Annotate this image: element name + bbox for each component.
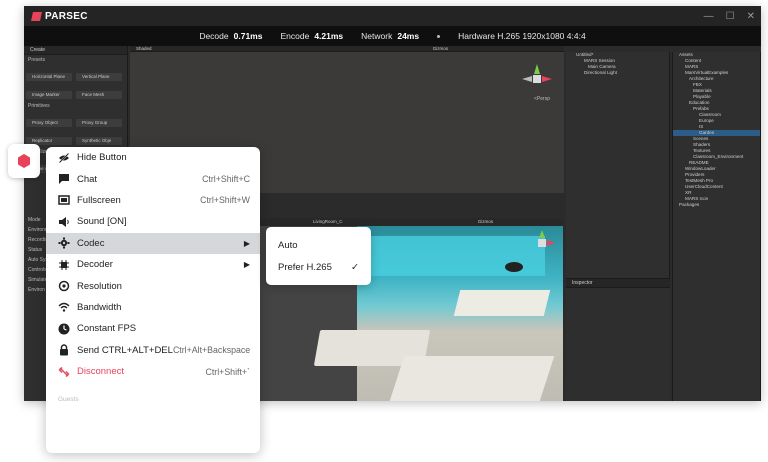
inspector-tab[interactable]: Inspector: [566, 279, 670, 288]
parsec-logo-icon: [31, 11, 42, 21]
tool-button[interactable]: Proxy Group: [76, 119, 122, 127]
submenu-arrow-icon: ▶: [243, 238, 250, 248]
menu-item-label: Codec: [77, 237, 105, 249]
parsec-logo: PARSEC: [31, 10, 88, 22]
tool-button[interactable]: Proxy Object: [26, 119, 72, 127]
project-item[interactable]: Packages: [673, 202, 760, 208]
decode-label: Decode: [199, 31, 229, 41]
menu-item-shortcut: Ctrl+Shift+`: [205, 366, 251, 377]
menu-item-shortcut: Ctrl+Shift+W: [200, 195, 250, 206]
hierarchy-item[interactable]: Directional Light: [566, 70, 669, 76]
decode-stat: Decode 0.71ms: [199, 31, 262, 41]
decode-value: 0.71ms: [233, 31, 263, 41]
menu-item-hide-button[interactable]: Hide Button: [46, 147, 260, 168]
create-tab[interactable]: Create: [24, 46, 127, 55]
decoder-icon: [58, 259, 70, 271]
codec-option-label: Prefer H.265: [278, 261, 332, 273]
orientation-gizmo-game[interactable]: [529, 230, 555, 256]
tool-button[interactable]: Horizontal Plane: [26, 73, 72, 81]
encode-stat: Encode 4.21ms: [280, 31, 343, 41]
wifi-icon: [58, 301, 70, 313]
parsec-hex-icon: [18, 154, 30, 168]
tool-button[interactable]: Synthetic Obje: [76, 137, 122, 145]
persp-label: <Persp: [534, 96, 550, 102]
encode-value: 4.21ms: [314, 31, 344, 41]
maximize-button[interactable]: ☐: [726, 11, 735, 22]
menu-item-label: Chat: [77, 173, 98, 185]
primitives-label: Primitives: [28, 103, 50, 109]
menu-item-fullscreen[interactable]: Fullscreen Ctrl+Shift+W: [46, 190, 260, 211]
menu-item-label: Hide Button: [77, 152, 127, 164]
sofa-back: [453, 290, 551, 316]
menu-item-send-ctrl-alt-del[interactable]: Send CTRL+ALT+DEL Ctrl+Alt+Backspace: [46, 340, 260, 361]
close-button[interactable]: ✕: [747, 11, 755, 22]
network-value: 24ms: [397, 31, 420, 41]
checkmark-icon: ✓: [351, 261, 359, 273]
sound-icon: [58, 216, 70, 228]
shaded-dropdown[interactable]: Shaded: [136, 46, 152, 51]
menu-item-label: Bandwidth: [77, 301, 122, 313]
menu-item-shortcut: Ctrl+Shift+C: [202, 174, 250, 185]
brand-text: PARSEC: [45, 10, 88, 22]
project-panel: Assets Content MARS MarsVirtualExamples …: [672, 52, 761, 401]
lock-icon: [58, 344, 70, 356]
menu-item-chat[interactable]: Chat Ctrl+Shift+C: [46, 168, 260, 189]
network-label: Network: [361, 31, 393, 41]
menu-item-label: Disconnect: [77, 366, 124, 378]
scene-name[interactable]: LivingRoom_C: [313, 219, 343, 224]
disconnect-icon: [58, 366, 70, 378]
menu-item-label: Constant FPS: [77, 323, 137, 335]
separator-dot: [437, 34, 441, 38]
encode-label: Encode: [280, 31, 310, 41]
menu-item-label: Send CTRL+ALT+DEL: [77, 344, 173, 356]
submenu-arrow-icon: ▶: [243, 260, 250, 270]
menu-item-codec[interactable]: Codec ▶: [46, 232, 260, 254]
codec-option-label: Auto: [278, 239, 298, 251]
menu-item-bandwidth[interactable]: Bandwidth: [46, 297, 260, 318]
inspector-panel: Inspector: [566, 278, 670, 401]
orientation-gizmo[interactable]: [522, 64, 552, 94]
menu-item-disconnect[interactable]: Disconnect Ctrl+Shift+`: [46, 361, 260, 382]
table-front: [389, 356, 555, 401]
menu-item-resolution[interactable]: Resolution: [46, 275, 260, 296]
menu-item-label: Sound [ON]: [77, 216, 127, 228]
hardware-info: Hardware H.265 1920x1080 4:4:4: [458, 31, 586, 41]
codec-option-h265[interactable]: Prefer H.265 ✓: [266, 256, 371, 278]
parsec-overlay-menu: Hide Button Chat Ctrl+Shift+C Fullscreen…: [46, 147, 260, 453]
presets-label: Presets: [28, 57, 45, 63]
chat-icon: [58, 173, 70, 185]
tool-button[interactable]: Face Mesh: [76, 91, 122, 99]
codec-icon: [58, 237, 70, 249]
menu-item-label: Decoder: [77, 259, 113, 271]
window-controls: — ☐ ✕: [704, 6, 755, 26]
hierarchy-panel: Untitled* MARS Session Main Camera Direc…: [566, 52, 670, 278]
parsec-overlay-button[interactable]: [8, 144, 40, 178]
gizmos-dropdown[interactable]: Gizmos: [433, 46, 448, 51]
menu-item-label: Fullscreen: [77, 194, 121, 206]
menu-item-decoder[interactable]: Decoder ▶: [46, 254, 260, 275]
minimize-button[interactable]: —: [704, 11, 714, 22]
tool-button[interactable]: Image Marker: [26, 91, 72, 99]
menu-item-label: Resolution: [77, 280, 122, 292]
hide-icon: [58, 152, 70, 164]
resolution-icon: [58, 280, 70, 292]
codec-option-auto[interactable]: Auto: [266, 234, 371, 256]
tool-button[interactable]: Vertical Plane: [76, 73, 122, 81]
stats-bar: Decode 0.71ms Encode 4.21ms Network 24ms…: [24, 26, 761, 46]
menu-item-shortcut: Ctrl+Alt+Backspace: [172, 345, 251, 356]
scene-toolbar: LivingRoom_C Gizmos: [257, 218, 563, 226]
fullscreen-icon: [58, 194, 70, 206]
title-bar: PARSEC — ☐ ✕: [24, 6, 761, 26]
fps-icon: [58, 323, 70, 335]
codec-submenu: Auto Prefer H.265 ✓: [266, 227, 371, 285]
menu-item-constant-fps[interactable]: Constant FPS: [46, 318, 260, 339]
network-stat: Network 24ms: [361, 31, 419, 41]
menu-item-sound[interactable]: Sound [ON]: [46, 211, 260, 232]
ceiling-light: [505, 262, 523, 272]
guests-label: Guests: [58, 396, 79, 403]
gizmos-dropdown-2[interactable]: Gizmos: [478, 219, 493, 224]
